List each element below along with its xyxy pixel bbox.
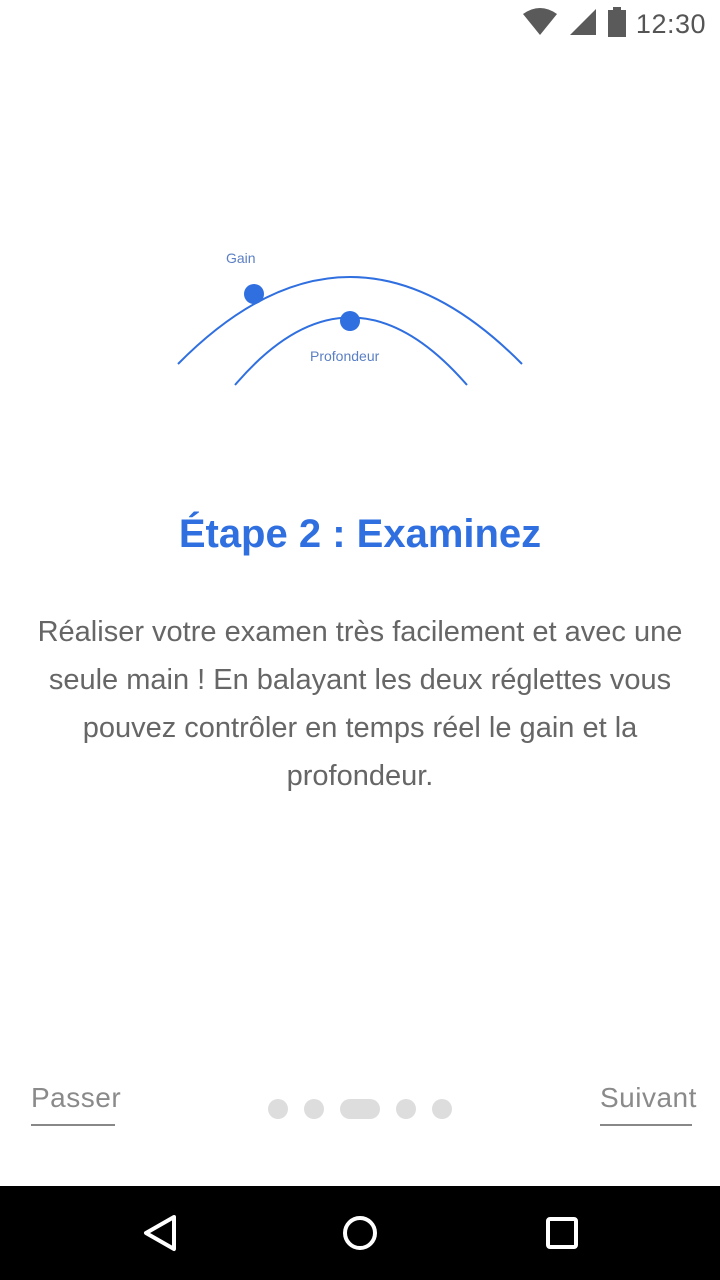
page-dot	[268, 1099, 288, 1119]
recents-button[interactable]	[512, 1186, 612, 1280]
description-text: Réaliser votre examen très facilement et…	[37, 616, 683, 792]
back-button[interactable]	[110, 1186, 210, 1280]
gain-handle	[244, 284, 264, 304]
status-time: 12:30	[635, 8, 706, 39]
next-button[interactable]: Suivant	[600, 1082, 696, 1126]
home-icon	[343, 1216, 377, 1250]
page-dot	[304, 1099, 324, 1119]
status-icons: 12:30	[522, 6, 706, 42]
cell-signal-icon	[568, 7, 598, 42]
page-dot-active	[340, 1099, 380, 1119]
back-icon	[144, 1215, 176, 1251]
home-button[interactable]	[310, 1186, 410, 1280]
slider-illustration: Gain Profondeur	[177, 250, 523, 386]
status-bar: 12:30	[0, 0, 720, 48]
skip-button[interactable]: Passer	[31, 1082, 121, 1126]
page-dot	[396, 1099, 416, 1119]
depth-handle	[340, 311, 360, 331]
recents-icon	[546, 1217, 578, 1249]
page-title: Étape 2 : Examinez	[178, 512, 542, 556]
onboarding-screen: 12:30 Gain Profondeur Étape 2 : Examinez…	[0, 0, 720, 1280]
battery-icon	[607, 6, 626, 42]
page-dot	[432, 1099, 452, 1119]
depth-label: Profondeur	[310, 348, 380, 364]
gain-label: Gain	[226, 250, 256, 266]
wifi-icon	[522, 7, 558, 41]
page-indicator	[268, 1099, 452, 1119]
navigation-bar	[0, 1186, 720, 1280]
